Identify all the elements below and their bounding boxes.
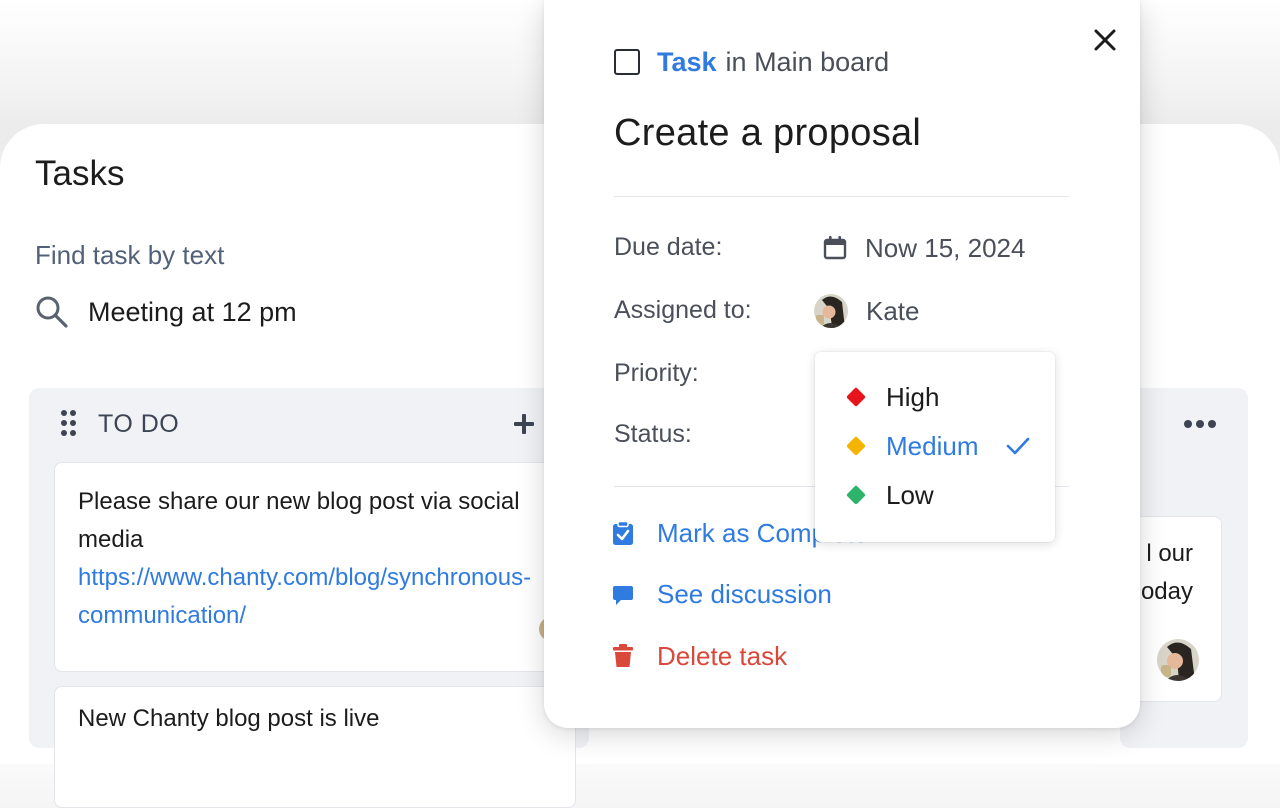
avatar <box>1157 639 1199 681</box>
calendar-icon <box>823 236 847 260</box>
task-type-label: Task <box>657 46 717 77</box>
priority-option-medium[interactable]: Medium <box>815 424 1055 468</box>
task-card-text: Please share our new blog post via socia… <box>78 483 548 635</box>
check-icon <box>1006 437 1030 455</box>
assignee-field[interactable]: Kate <box>814 293 920 329</box>
more-options-icon[interactable] <box>1183 414 1217 434</box>
task-card[interactable]: Please share our new blog post via socia… <box>54 462 576 672</box>
assignee-name: Kate <box>866 295 920 326</box>
due-date-label: Due date: <box>614 233 723 261</box>
delete-task-label: Delete task <box>657 640 788 671</box>
search-value[interactable]: Meeting at 12 pm <box>88 297 297 328</box>
low-priority-icon <box>846 485 866 505</box>
priority-option-high[interactable]: High <box>815 375 1055 419</box>
chat-bubble-icon <box>613 586 633 605</box>
add-task-icon[interactable] <box>512 412 536 436</box>
due-date-field[interactable]: Now 15, 2024 <box>822 230 1025 266</box>
due-date-value: Now 15, 2024 <box>865 232 1026 263</box>
high-priority-icon <box>846 387 866 407</box>
priority-option-low[interactable]: Low <box>815 473 1055 517</box>
search-label: Find task by text <box>35 240 225 270</box>
task-card-text: New Chanty blog post is live <box>78 705 380 732</box>
avatar <box>814 294 848 328</box>
task-title[interactable]: Create a proposal <box>614 112 921 155</box>
board-label: in Main board <box>725 46 890 77</box>
option-label: Medium <box>886 430 979 461</box>
drag-handle-icon[interactable] <box>60 409 78 437</box>
clipboard-check-icon <box>613 521 633 545</box>
task-card-body: Please share our new blog post via socia… <box>78 488 520 553</box>
status-label: Status: <box>614 420 692 448</box>
task-card-line: oday <box>1140 578 1193 605</box>
see-discussion-label: See discussion <box>657 578 832 609</box>
column-title: TO DO <box>98 410 180 438</box>
see-discussion-button[interactable]: See discussion <box>612 576 832 612</box>
task-card-line: l our <box>1146 540 1193 567</box>
priority-label: Priority: <box>614 359 699 387</box>
priority-dropdown: High Medium Low <box>815 352 1055 542</box>
medium-priority-icon <box>846 436 866 456</box>
option-label: High <box>886 381 940 412</box>
search-icon <box>36 296 68 328</box>
divider <box>614 196 1069 197</box>
close-icon[interactable] <box>1091 26 1119 54</box>
task-header: Task in Main board <box>614 44 889 80</box>
search-input[interactable]: Meeting at 12 pm <box>35 290 297 334</box>
trash-icon <box>613 644 633 667</box>
task-card[interactable]: New Chanty blog post is live <box>54 686 576 808</box>
task-card-link[interactable]: https://www.chanty.com/blog/synchronous-… <box>78 564 531 629</box>
option-label: Low <box>886 479 934 510</box>
assigned-to-label: Assigned to: <box>614 296 752 324</box>
page-title: Tasks <box>35 154 125 193</box>
task-checkbox[interactable] <box>614 49 640 75</box>
delete-task-button[interactable]: Delete task <box>612 638 787 674</box>
